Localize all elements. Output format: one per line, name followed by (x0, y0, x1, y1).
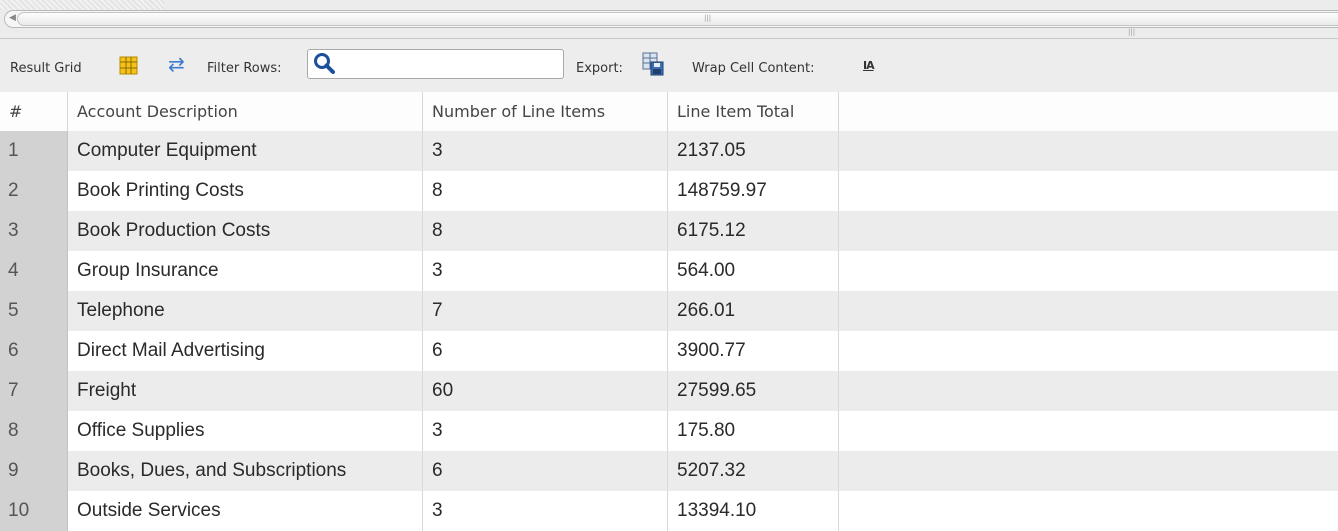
row-number-cell[interactable]: 6 (0, 331, 68, 371)
row-number-cell[interactable]: 3 (0, 211, 68, 251)
line-item-total-cell[interactable]: 6175.12 (668, 211, 839, 251)
account-description-cell[interactable]: Book Production Costs (68, 211, 423, 251)
line-item-total-cell[interactable]: 2137.05 (668, 131, 839, 171)
table-row[interactable]: 2 Book Printing Costs 8 148759.97 (0, 171, 1338, 211)
wrap-cell-content-label: Wrap Cell Content: (692, 61, 815, 76)
row-number-cell[interactable]: 1 (0, 131, 68, 171)
line-item-total-cell[interactable]: 13394.10 (668, 491, 839, 531)
refresh-icon[interactable]: ⇄ (168, 54, 185, 74)
table-row[interactable]: 1 Computer Equipment 3 2137.05 (0, 131, 1338, 171)
table-row[interactable]: 9 Books, Dues, and Subscriptions 6 5207.… (0, 451, 1338, 491)
line-item-total-cell[interactable]: 175.80 (668, 411, 839, 451)
line-items-cell[interactable]: 60 (423, 371, 668, 411)
export-label: Export: (576, 61, 623, 76)
row-number-cell[interactable]: 2 (0, 171, 68, 211)
line-item-total-cell[interactable]: 27599.65 (668, 371, 839, 411)
line-item-total-cell[interactable]: 564.00 (668, 251, 839, 291)
line-items-cell[interactable]: 3 (423, 491, 668, 531)
table-row[interactable]: 8 Office Supplies 3 175.80 (0, 411, 1338, 451)
account-description-cell[interactable]: Office Supplies (68, 411, 423, 451)
table-row[interactable]: 3 Book Production Costs 8 6175.12 (0, 211, 1338, 251)
account-description-cell[interactable]: Book Printing Costs (68, 171, 423, 211)
grid-header: # Account Description Number of Line Ite… (0, 92, 1338, 132)
column-header-account-description[interactable]: Account Description (68, 92, 423, 131)
line-items-cell[interactable]: 8 (423, 171, 668, 211)
account-description-cell[interactable]: Group Insurance (68, 251, 423, 291)
account-description-cell[interactable]: Telephone (68, 291, 423, 331)
scrollbar-thumb[interactable] (17, 12, 1338, 26)
account-description-cell[interactable]: Direct Mail Advertising (68, 331, 423, 371)
line-items-cell[interactable]: 8 (423, 211, 668, 251)
table-row[interactable]: 6 Direct Mail Advertising 6 3900.77 (0, 331, 1338, 371)
scrollbar-corner (0, 0, 165, 10)
table-row[interactable]: 5 Telephone 7 266.01 (0, 291, 1338, 331)
line-items-cell[interactable]: 3 (423, 411, 668, 451)
scrollbar-track[interactable]: ◀ (4, 10, 1338, 28)
row-number-cell[interactable]: 4 (0, 251, 68, 291)
row-number-cell[interactable]: 7 (0, 371, 68, 411)
scroll-left-arrow-icon[interactable]: ◀ (9, 13, 16, 23)
filter-rows-label: Filter Rows: (207, 61, 282, 76)
row-number-cell[interactable]: 5 (0, 291, 68, 331)
table-row[interactable]: 10 Outside Services 3 13394.10 (0, 491, 1338, 531)
row-number-cell[interactable]: 10 (0, 491, 68, 531)
line-item-total-cell[interactable]: 266.01 (668, 291, 839, 331)
line-items-cell[interactable]: 7 (423, 291, 668, 331)
grid-icon[interactable] (119, 56, 138, 75)
filter-rows-input[interactable] (307, 49, 564, 79)
line-item-total-cell[interactable]: 148759.97 (668, 171, 839, 211)
column-header-index[interactable]: # (0, 92, 68, 131)
line-item-total-cell[interactable]: 3900.77 (668, 331, 839, 371)
account-description-cell[interactable]: Freight (68, 371, 423, 411)
header-filler (839, 92, 1338, 131)
table-row[interactable]: 4 Group Insurance 3 564.00 (0, 251, 1338, 291)
line-items-cell[interactable]: 6 (423, 331, 668, 371)
line-items-cell[interactable]: 3 (423, 131, 668, 171)
search-icon (314, 53, 335, 74)
table-row[interactable]: 7 Freight 60 27599.65 (0, 371, 1338, 411)
line-items-cell[interactable]: 3 (423, 251, 668, 291)
scroll-grip-icon: ||| (704, 14, 712, 22)
result-toolbar: Result Grid ⇄ Filter Rows: Export: Wrap … (0, 39, 1338, 93)
account-description-cell[interactable]: Computer Equipment (68, 131, 423, 171)
row-number-cell[interactable]: 8 (0, 411, 68, 451)
account-description-cell[interactable]: Outside Services (68, 491, 423, 531)
result-grid-label: Result Grid (10, 61, 82, 76)
column-header-line-item-total[interactable]: Line Item Total (668, 92, 839, 131)
line-item-total-cell[interactable]: 5207.32 (668, 451, 839, 491)
horizontal-scrollbar[interactable]: ◀ ||| ||| (0, 0, 1338, 39)
splitter-grip-icon[interactable]: ||| (1128, 28, 1135, 36)
wrap-text-icon[interactable]: IA (863, 59, 875, 72)
export-icon[interactable] (642, 52, 664, 76)
account-description-cell[interactable]: Books, Dues, and Subscriptions (68, 451, 423, 491)
column-header-number-of-line-items[interactable]: Number of Line Items (423, 92, 668, 131)
row-number-cell[interactable]: 9 (0, 451, 68, 491)
line-items-cell[interactable]: 6 (423, 451, 668, 491)
